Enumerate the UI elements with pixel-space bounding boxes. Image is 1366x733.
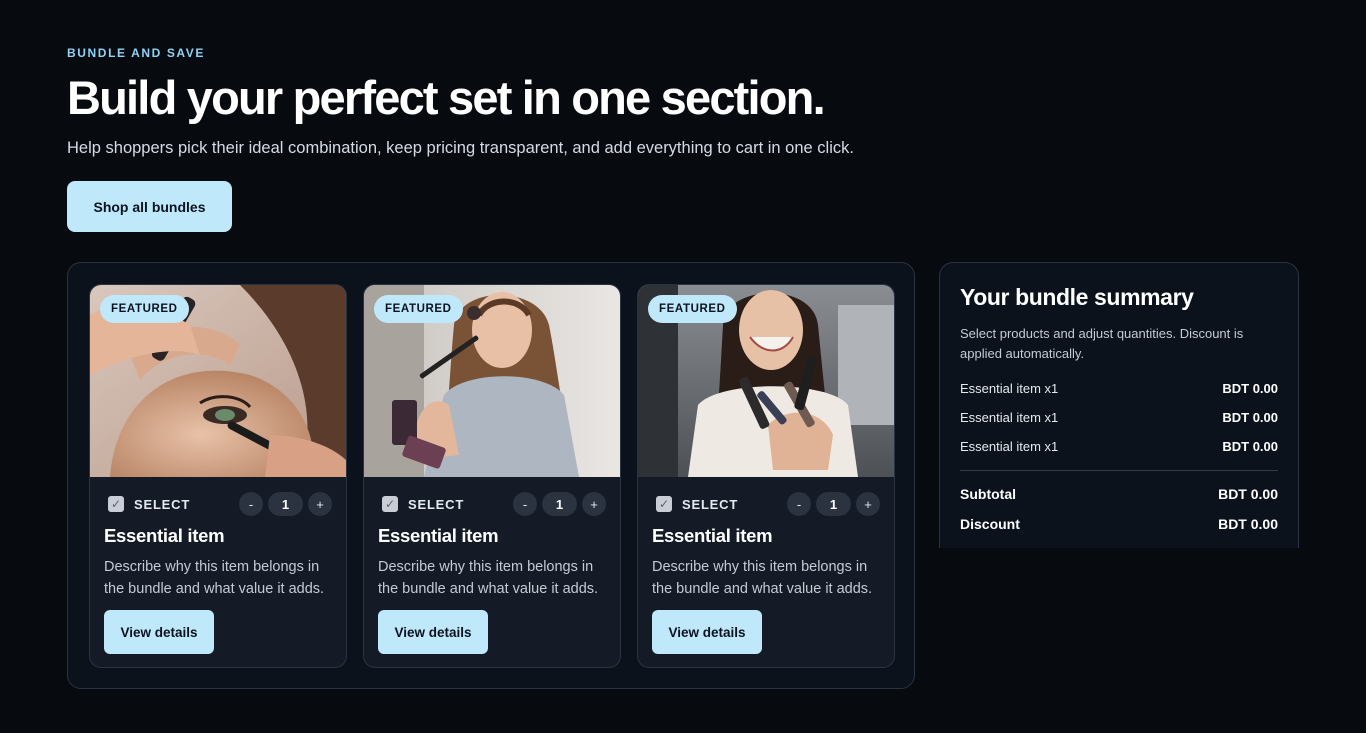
product-image: FEATURED [364,285,620,477]
select-label: SELECT [682,496,739,512]
checkmark-icon: ✓ [110,497,122,511]
product-title: Essential item [378,525,499,546]
quantity-stepper: - 1 + [513,492,606,516]
featured-badge: FEATURED [648,295,737,323]
quantity-input[interactable]: 1 [542,492,577,516]
eyebrow-label: BUNDLE AND SAVE [67,46,206,60]
increase-quantity-button[interactable]: + [856,492,880,516]
product-card: FEATURED ✓ SELECT - 1 + Essential item D… [363,284,621,668]
view-details-button[interactable]: View details [652,610,762,654]
select-checkbox[interactable]: ✓ [382,496,398,512]
line-item-price: BDT 0.00 [1222,409,1278,425]
select-row: ✓ SELECT - 1 + [104,491,332,517]
product-title: Essential item [652,525,773,546]
quantity-input[interactable]: 1 [268,492,303,516]
decrease-quantity-button[interactable]: - [239,492,263,516]
product-description: Describe why this item belongs in the bu… [378,559,599,597]
view-details-button[interactable]: View details [104,610,214,654]
summary-line-item: Essential item x1 BDT 0.00 [960,407,1278,427]
summary-description: Select products and adjust quantities. D… [960,326,1244,361]
discount-label: Discount [960,516,1020,532]
line-item-name: Essential item x1 [960,438,1059,454]
select-label: SELECT [408,496,465,512]
checkmark-icon: ✓ [384,497,396,511]
quantity-input[interactable]: 1 [816,492,851,516]
line-item-name: Essential item x1 [960,380,1059,396]
summary-divider [960,470,1278,471]
hero-section: BUNDLE AND SAVE Build your perfect set i… [67,46,1067,158]
select-row: ✓ SELECT - 1 + [378,491,606,517]
product-description: Describe why this item belongs in the bu… [652,559,873,597]
product-title: Essential item [104,525,225,546]
line-item-name: Essential item x1 [960,409,1059,425]
page-title: Build your perfect set in one section. [67,71,826,124]
discount-row: Discount BDT 0.00 [960,514,1278,534]
select-label: SELECT [134,496,191,512]
product-card: FEATURED ✓ SELECT - 1 + Essential item D… [89,284,347,668]
view-details-button[interactable]: View details [378,610,488,654]
featured-badge: FEATURED [100,295,189,323]
select-row: ✓ SELECT - 1 + [652,491,880,517]
increase-quantity-button[interactable]: + [308,492,332,516]
checkmark-icon: ✓ [658,497,670,511]
decrease-quantity-button[interactable]: - [787,492,811,516]
summary-line-item: Essential item x1 BDT 0.00 [960,436,1278,456]
page-subtitle: Help shoppers pick their ideal combinati… [67,139,854,157]
product-image: FEATURED [638,285,894,477]
shop-all-bundles-button[interactable]: Shop all bundles [67,181,232,232]
select-checkbox[interactable]: ✓ [656,496,672,512]
product-image: FEATURED [90,285,346,477]
line-item-price: BDT 0.00 [1222,438,1278,454]
subtotal-value: BDT 0.00 [1218,486,1278,502]
line-item-price: BDT 0.00 [1222,380,1278,396]
bundle-summary-panel: Your bundle summary Select products and … [939,262,1299,548]
featured-badge: FEATURED [374,295,463,323]
discount-value: BDT 0.00 [1218,516,1278,532]
product-card: FEATURED ✓ SELECT - 1 + Essential item D… [637,284,895,668]
product-grid: FEATURED ✓ SELECT - 1 + Essential item D… [67,262,915,689]
quantity-stepper: - 1 + [787,492,880,516]
subtotal-label: Subtotal [960,486,1016,502]
increase-quantity-button[interactable]: + [582,492,606,516]
quantity-stepper: - 1 + [239,492,332,516]
select-checkbox[interactable]: ✓ [108,496,124,512]
decrease-quantity-button[interactable]: - [513,492,537,516]
summary-title: Your bundle summary [960,284,1194,310]
product-description: Describe why this item belongs in the bu… [104,559,325,597]
subtotal-row: Subtotal BDT 0.00 [960,484,1278,504]
summary-line-item: Essential item x1 BDT 0.00 [960,378,1278,398]
